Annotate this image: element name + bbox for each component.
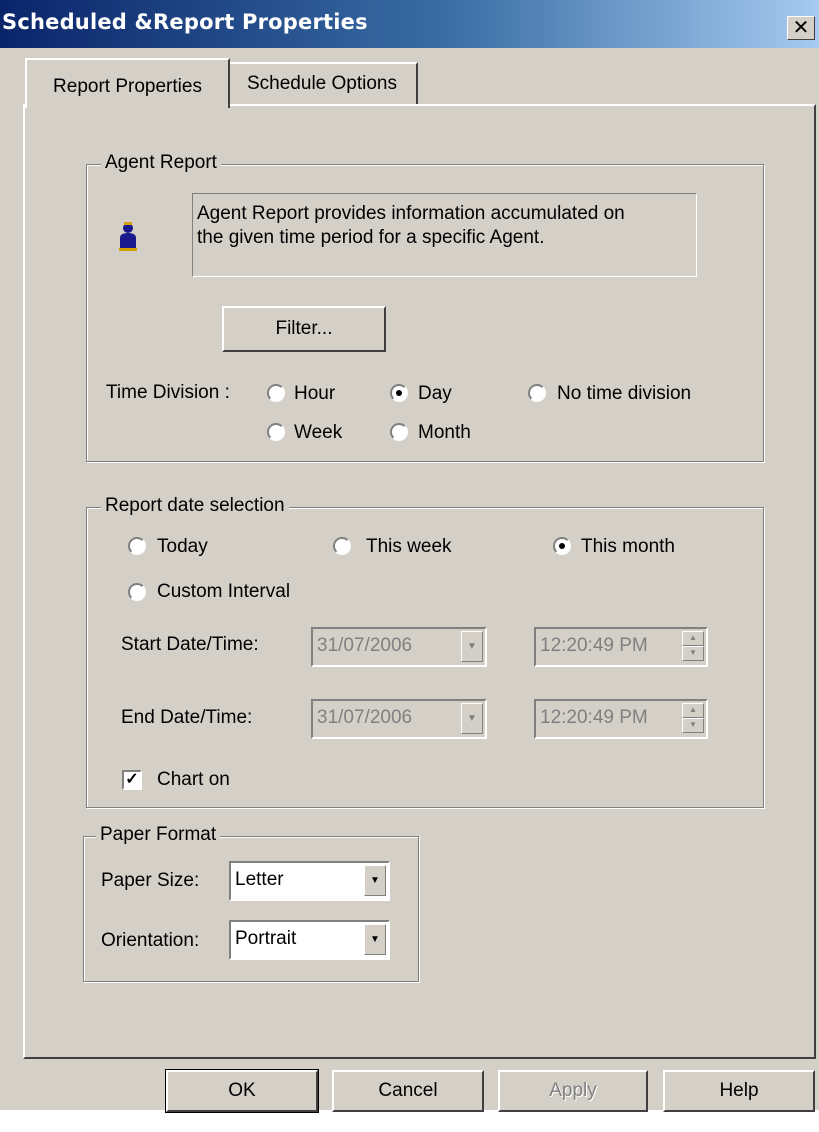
chevron-down-icon[interactable]: ▼ [364,924,386,955]
window-title: Scheduled &Report Properties [2,10,368,34]
spin-down-icon[interactable]: ▼ [682,646,704,661]
description-line-1: Agent Report provides information accumu… [197,203,625,224]
report-description: Agent Report provides information accumu… [192,193,697,277]
end-time-input[interactable]: 12:20:49 PM ▲ ▼ [534,699,708,739]
end-time-value: 12:20:49 PM [540,707,648,728]
tab-report-properties[interactable]: Report Properties [25,58,230,108]
chevron-down-icon[interactable]: ▼ [364,865,386,896]
radio-day-label: Day [418,383,452,404]
radio-month[interactable] [390,423,408,441]
report-date-legend: Report date selection [101,495,289,517]
radio-week-label: Week [294,422,343,443]
cancel-button[interactable]: Cancel [332,1070,484,1112]
spin-up-icon[interactable]: ▲ [682,703,704,718]
radio-this-week[interactable] [333,537,351,555]
radio-no-time-division[interactable] [528,384,546,402]
spin-down-icon[interactable]: ▼ [682,718,704,733]
agent-report-legend: Agent Report [101,152,221,174]
radio-month-label: Month [418,422,471,443]
agent-icon [119,222,137,251]
apply-button[interactable]: Apply [498,1070,648,1112]
radio-custom-interval[interactable] [128,583,146,601]
start-date-value: 31/07/2006 [317,635,413,656]
orientation-value: Portrait [235,928,297,949]
end-date-label: End Date/Time: [121,707,253,728]
radio-custom-interval-label: Custom Interval [157,581,291,602]
paper-size-value: Letter [235,869,284,890]
description-line-2: the given time period for a specific Age… [197,227,545,248]
help-button[interactable]: Help [663,1070,815,1112]
spin-up-icon[interactable]: ▲ [682,631,704,646]
orientation-label: Orientation: [101,930,200,951]
radio-day[interactable] [390,384,408,402]
radio-today-label: Today [157,536,208,557]
start-date-label: Start Date/Time: [121,634,259,655]
filter-button[interactable]: Filter... [222,306,386,352]
start-date-dropdown[interactable]: 31/07/2006 ▼ [311,627,487,667]
paper-format-legend: Paper Format [96,824,221,846]
report-properties-dialog: Scheduled &Report Properties ✕ Report Pr… [0,0,819,1113]
paper-size-label: Paper Size: [101,870,200,891]
radio-this-month-label: This month [581,536,675,557]
ok-button[interactable]: OK [165,1069,319,1113]
chevron-down-icon[interactable]: ▼ [461,703,483,734]
time-division-label: Time Division : [106,382,230,403]
radio-this-week-label: This week [366,536,452,557]
end-date-value: 31/07/2006 [317,707,413,728]
radio-hour[interactable] [267,384,285,402]
radio-today[interactable] [128,537,146,555]
chart-on-label: Chart on [157,769,230,790]
start-time-value: 12:20:49 PM [540,635,648,656]
radio-this-month[interactable] [553,537,571,555]
radio-hour-label: Hour [294,383,336,404]
start-time-input[interactable]: 12:20:49 PM ▲ ▼ [534,627,708,667]
tab-schedule-options[interactable]: Schedule Options [226,62,418,106]
paper-size-dropdown[interactable]: Letter ▼ [229,861,390,901]
start-time-spinner[interactable]: ▲ ▼ [682,631,704,662]
paper-format-group: Paper Format [83,824,419,982]
radio-week[interactable] [267,423,285,441]
end-time-spinner[interactable]: ▲ ▼ [682,703,704,734]
close-button[interactable]: ✕ [787,16,815,40]
title-bar[interactable]: Scheduled &Report Properties ✕ [0,0,819,48]
end-date-dropdown[interactable]: 31/07/2006 ▼ [311,699,487,739]
radio-no-time-division-label: No time division [557,383,692,404]
chart-on-checkbox[interactable]: ✓ [122,770,142,790]
orientation-dropdown[interactable]: Portrait ▼ [229,920,390,960]
chevron-down-icon[interactable]: ▼ [461,631,483,662]
